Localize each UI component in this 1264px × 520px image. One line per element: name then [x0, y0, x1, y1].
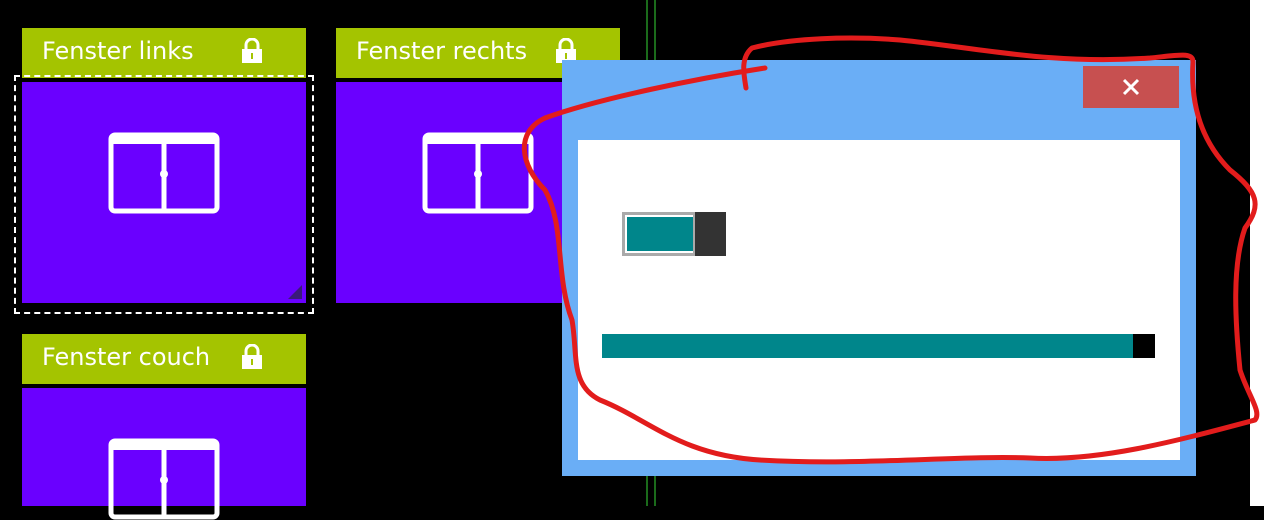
- screen-edge: [1250, 0, 1264, 506]
- dialog-content: [578, 140, 1180, 460]
- lock-icon: [242, 344, 262, 369]
- toggle-switch[interactable]: [622, 212, 726, 256]
- window-icon: [108, 132, 220, 214]
- tile-header-fenster-links[interactable]: Fenster links: [22, 28, 306, 78]
- tile-label: Fenster links: [42, 37, 194, 65]
- settings-dialog: [562, 60, 1196, 476]
- tile-fenster-couch[interactable]: [22, 388, 306, 520]
- resize-grip-icon: [288, 285, 302, 299]
- tile-header-fenster-couch[interactable]: Fenster couch: [22, 334, 306, 384]
- close-button[interactable]: [1083, 66, 1179, 108]
- window-icon: [422, 132, 534, 214]
- toggle-thumb[interactable]: [695, 212, 726, 256]
- value-slider[interactable]: [602, 334, 1155, 358]
- close-icon: [1122, 78, 1140, 96]
- tile-label: Fenster rechts: [356, 37, 528, 65]
- tile-label: Fenster couch: [42, 343, 211, 371]
- tile-fenster-links[interactable]: [22, 82, 306, 303]
- slider-fill: [602, 334, 1133, 358]
- window-icon: [108, 438, 220, 520]
- lock-icon: [242, 38, 262, 63]
- toggle-fill: [627, 217, 693, 251]
